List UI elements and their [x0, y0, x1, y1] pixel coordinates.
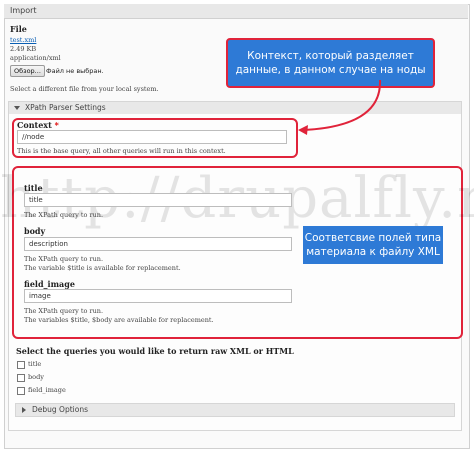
raw-field-image-label: field_image — [28, 386, 66, 394]
arrow-to-context — [298, 79, 382, 135]
raw-body-checkbox[interactable] — [17, 374, 25, 382]
no-file-text: Файл не выбран. — [46, 67, 104, 75]
chevron-right-icon — [22, 407, 26, 413]
context-hint: This is the base query, all other querie… — [17, 147, 226, 155]
callout-fields-text: Соответсвие полей типа материала к файлу… — [304, 232, 442, 258]
field-image-hint-2: The variables $title, $body are availabl… — [24, 316, 214, 324]
field-body-input[interactable] — [24, 237, 292, 251]
raw-field-image-checkbox[interactable] — [17, 387, 25, 395]
callout-fields: Соответсвие полей типа материала к файлу… — [303, 226, 443, 264]
field-body-label: body — [24, 226, 46, 236]
xpath-settings-label: XPath Parser Settings — [25, 103, 106, 112]
file-label: File — [10, 24, 27, 34]
raw-title-checkbox[interactable] — [17, 361, 25, 369]
xpath-settings-toggle[interactable]: XPath Parser Settings — [8, 101, 462, 115]
field-body-hint: The XPath query to run. — [24, 255, 104, 263]
raw-queries-label: Select the queries you would like to ret… — [16, 346, 294, 356]
field-body-hint-2: The variable $title is available for rep… — [24, 264, 181, 272]
field-title-input[interactable] — [24, 193, 292, 207]
required-mark: * — [54, 120, 59, 130]
debug-options-toggle[interactable]: Debug Options — [15, 403, 455, 417]
field-image-hint: The XPath query to run. — [24, 307, 104, 315]
file-link[interactable]: test.xml — [10, 36, 36, 44]
field-title-label: title — [24, 183, 43, 193]
context-input[interactable] — [17, 130, 287, 144]
field-title-hint: The XPath query to run. — [24, 211, 104, 219]
file-hint: Select a different file from your local … — [10, 85, 159, 93]
raw-title-label: title — [28, 360, 42, 368]
context-label-text: Context — [17, 120, 52, 130]
import-legend-label: Import — [10, 6, 37, 15]
field-image-input[interactable] — [24, 289, 292, 303]
context-label: Context * — [17, 120, 59, 130]
browse-button[interactable]: Обзор... — [10, 65, 45, 77]
debug-options-label: Debug Options — [32, 405, 88, 414]
raw-body-label: body — [28, 373, 44, 381]
file-size: 2.49 KB — [10, 45, 37, 53]
file-mime: application/xml — [10, 54, 61, 62]
field-image-label: field_image — [24, 279, 75, 289]
import-legend: Import — [4, 4, 468, 19]
callout-context-text: Контекст, который разделяет данные, в да… — [235, 50, 426, 76]
chevron-down-icon — [14, 106, 20, 110]
